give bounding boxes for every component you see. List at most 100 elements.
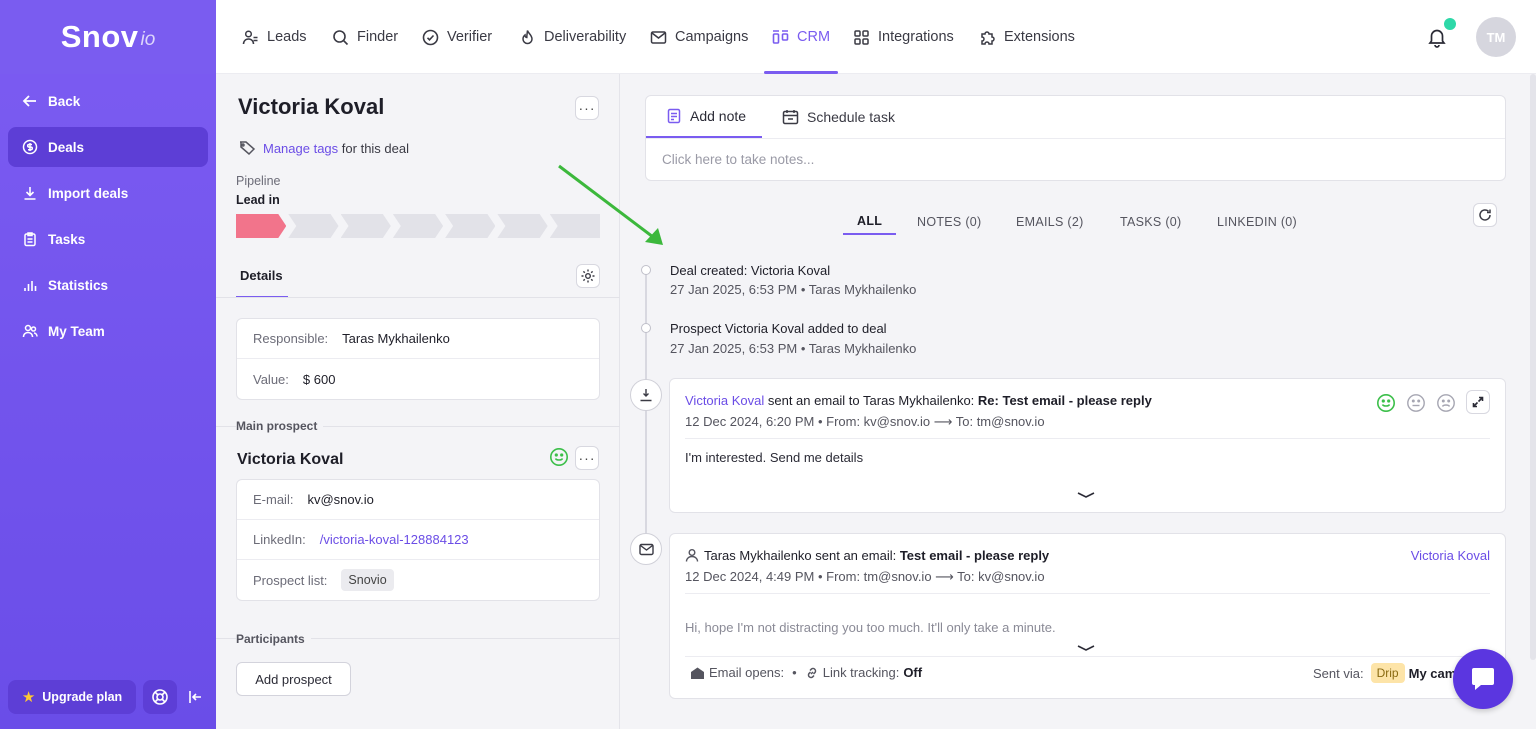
email-subject: Re: Test email - please reply: [977, 393, 1152, 408]
email-action: Taras Mykhailenko sent an email:: [704, 548, 897, 563]
email-body: Hi, hope I'm not distracting you too muc…: [685, 620, 1056, 635]
note-input[interactable]: Click here to take notes...: [646, 138, 1505, 180]
prospect-list-row: Prospect list: Snovio: [237, 560, 599, 600]
avatar[interactable]: TM: [1476, 17, 1516, 57]
logo[interactable]: Snov io: [0, 0, 216, 74]
negative-sentiment-icon[interactable]: [1436, 393, 1456, 413]
pipeline-stage-segment[interactable]: [341, 214, 391, 238]
sidebar-item-statistics[interactable]: Statistics: [8, 265, 208, 305]
divider: [685, 656, 1490, 657]
pipeline-stage-segment[interactable]: [497, 214, 547, 238]
email-card-reply[interactable]: Victoria Koval sent an email to Taras My…: [669, 378, 1506, 513]
divider: [685, 438, 1490, 439]
sidebar-item-back[interactable]: Back: [8, 81, 208, 121]
tab-schedule-task[interactable]: Schedule task: [782, 96, 895, 138]
note-icon: [667, 108, 681, 124]
deal-info-card: Responsible: Taras Mykhailenko Value: $ 60…: [236, 318, 600, 400]
help-button[interactable]: [143, 680, 177, 714]
filter-linkedin[interactable]: LINKEDIN (0): [1217, 209, 1297, 235]
nav-deliverability[interactable]: Deliverability: [519, 0, 626, 74]
sidebar-item-label: Import deals: [48, 185, 129, 201]
filter-all[interactable]: ALL: [843, 209, 897, 235]
email-row[interactable]: E-mail: kv@snov.io: [237, 480, 599, 520]
prospect-info-card: E-mail: kv@snov.io LinkedIn: /victoria-kov…: [236, 479, 600, 601]
deal-title: Victoria Koval: [238, 94, 385, 119]
collapse-left-icon: [189, 691, 201, 703]
refresh-icon: [1479, 209, 1491, 221]
chevron-down-icon[interactable]: [1075, 642, 1097, 654]
timeline-dot: [641, 323, 651, 333]
nav-label: CRM: [797, 29, 831, 45]
notification-dot: [1444, 18, 1456, 30]
tab-add-note[interactable]: Add note: [646, 96, 763, 138]
campaign-name[interactable]: My cam: [1409, 666, 1457, 681]
value-row[interactable]: Value: $ 600: [237, 359, 599, 399]
recipient-link[interactable]: Victoria Koval: [1411, 548, 1490, 563]
lifebuoy-icon: [152, 689, 168, 705]
nav-extensions[interactable]: Extensions: [979, 0, 1075, 74]
responsible-row[interactable]: Responsible: Taras Mykhailenko: [237, 319, 599, 359]
flame-icon: [522, 29, 533, 44]
neutral-sentiment-icon[interactable]: [1406, 393, 1426, 413]
pipeline-progress[interactable]: [236, 214, 600, 238]
top-navigation: Leads Finder Verifier Deliverability Cam…: [216, 0, 1536, 74]
filter-tasks[interactable]: TASKS (0): [1120, 209, 1182, 235]
calendar-icon: [782, 110, 799, 125]
event-title: Prospect Victoria Koval added to deal: [670, 321, 887, 336]
positive-sentiment-icon[interactable]: [549, 447, 569, 467]
chat-support-button[interactable]: [1453, 649, 1513, 709]
pipeline-stage-segment[interactable]: [393, 214, 443, 238]
divider: [685, 593, 1490, 594]
deal-more-button[interactable]: ···: [575, 96, 599, 120]
sidebar-item-my-team[interactable]: My Team: [8, 311, 208, 351]
upgrade-label: Upgrade plan: [42, 690, 123, 704]
linkedin-link[interactable]: /victoria-koval-128884123: [320, 532, 469, 547]
pipeline-stage-segment[interactable]: [445, 214, 495, 238]
timeline-line: [645, 270, 647, 560]
separator-dot: •: [792, 665, 797, 680]
refresh-button[interactable]: [1473, 203, 1497, 227]
nav-leads[interactable]: Leads: [242, 0, 307, 74]
nav-integrations[interactable]: Integrations: [853, 0, 954, 74]
scrollbar[interactable]: [1530, 74, 1536, 660]
chevron-down-icon[interactable]: [1075, 489, 1097, 501]
manage-tags-link[interactable]: Manage tags: [263, 141, 338, 156]
bell-icon[interactable]: [1426, 26, 1448, 48]
pipeline-stage-segment[interactable]: [236, 214, 286, 238]
prospect-more-button[interactable]: ···: [575, 446, 599, 470]
nav-verifier[interactable]: Verifier: [422, 0, 492, 74]
filter-emails[interactable]: EMAILS (2): [1016, 209, 1084, 235]
sidebar-item-tasks[interactable]: Tasks: [8, 219, 208, 259]
prospect-list-chip[interactable]: Snovio: [341, 569, 394, 591]
event-meta: 27 Jan 2025, 6:53 PM • Taras Mykhailenko: [670, 282, 917, 297]
nav-finder[interactable]: Finder: [332, 0, 398, 74]
email-card-sent[interactable]: Taras Mykhailenko sent an email: Test em…: [669, 533, 1506, 699]
sidebar-item-deals[interactable]: Deals: [8, 127, 208, 167]
event-title: Deal created: Victoria Koval: [670, 263, 831, 278]
activity-panel: Add note Schedule task Click here to tak…: [558, 74, 1536, 729]
positive-sentiment-icon[interactable]: [1376, 393, 1396, 413]
linkedin-label: LinkedIn:: [253, 532, 306, 547]
pipeline-stage-segment[interactable]: [288, 214, 338, 238]
sidebar-item-import-deals[interactable]: Import deals: [8, 173, 208, 213]
upgrade-plan-button[interactable]: ★ Upgrade plan: [8, 680, 136, 714]
check-circle-icon: [422, 29, 439, 45]
link-tracking-label: Link tracking:: [822, 665, 900, 680]
tab-details[interactable]: Details: [236, 262, 288, 298]
sender-link[interactable]: Victoria Koval: [685, 393, 764, 408]
nav-campaigns[interactable]: Campaigns: [650, 0, 748, 74]
email-header: Taras Mykhailenko sent an email: Test em…: [685, 548, 1049, 563]
settings-button[interactable]: [576, 264, 600, 288]
collapse-sidebar-button[interactable]: [184, 686, 206, 708]
email-action: sent an email to Taras Mykhailenko:: [767, 393, 975, 408]
nav-crm[interactable]: CRM: [763, 0, 839, 74]
puzzle-icon: [981, 30, 995, 45]
filter-notes[interactable]: NOTES (0): [917, 209, 982, 235]
more-icon: ···: [578, 100, 596, 116]
add-prospect-button[interactable]: Add prospect: [236, 662, 351, 696]
prospect-name[interactable]: Victoria Koval: [237, 451, 343, 469]
expand-email-button[interactable]: [1466, 390, 1490, 414]
search-icon: [333, 29, 349, 45]
tag-icon: [240, 141, 256, 156]
sidebar-item-label: Tasks: [48, 231, 86, 247]
